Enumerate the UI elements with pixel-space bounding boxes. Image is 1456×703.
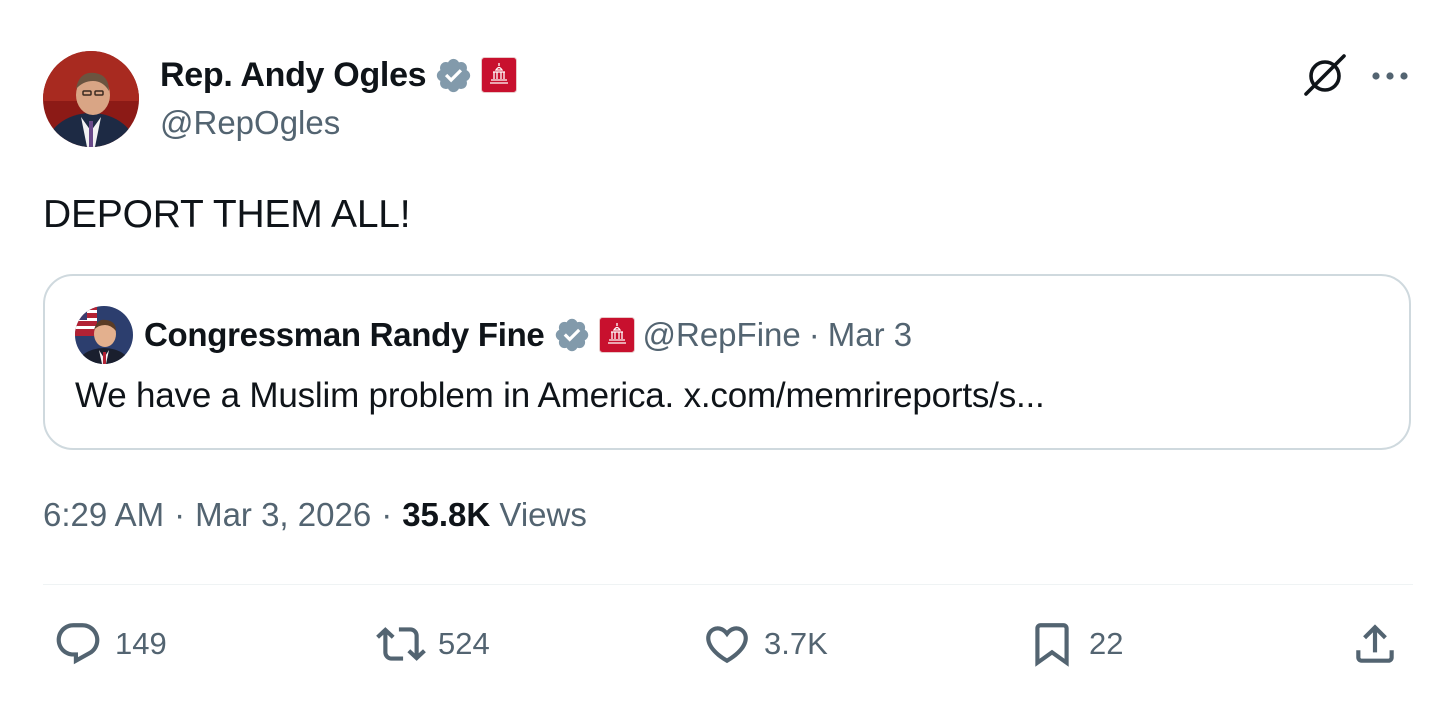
heart-icon bbox=[706, 626, 748, 664]
tweet-card: Rep. Andy Ogles @RepOgles DEPORT THEM AL… bbox=[0, 0, 1456, 703]
author-handle[interactable]: @RepOgles bbox=[160, 104, 340, 142]
government-badge-icon[interactable] bbox=[481, 57, 518, 93]
views-label: Views bbox=[499, 496, 587, 533]
grok-icon[interactable] bbox=[1302, 52, 1348, 98]
quote-text: We have a Muslim problem in America. x.c… bbox=[75, 376, 1045, 415]
separator-dot: · bbox=[174, 496, 186, 533]
quote-author-avatar[interactable] bbox=[75, 306, 133, 364]
repost-button[interactable]: 524 bbox=[376, 618, 490, 670]
repost-icon bbox=[376, 627, 426, 661]
verified-badge-icon[interactable] bbox=[553, 316, 591, 354]
bookmark-count: 22 bbox=[1089, 626, 1124, 661]
views-count: 35.8K bbox=[402, 496, 491, 533]
author-display-name[interactable]: Rep. Andy Ogles bbox=[160, 56, 427, 95]
repost-count: 524 bbox=[438, 626, 490, 661]
reply-count: 149 bbox=[115, 626, 167, 661]
verified-badge-icon[interactable] bbox=[434, 56, 473, 95]
share-icon bbox=[1356, 624, 1394, 663]
author-name-row: Rep. Andy Ogles bbox=[160, 52, 518, 98]
divider bbox=[43, 584, 1413, 585]
views-group[interactable]: 35.8K Views bbox=[402, 496, 587, 534]
tweet-time[interactable]: 6:29 AM bbox=[43, 496, 164, 534]
quote-header-row: Congressman Randy Fine @RepFine · Mar 3 bbox=[144, 312, 912, 358]
separator-dot: · bbox=[381, 496, 393, 533]
like-count: 3.7K bbox=[764, 626, 828, 661]
quoted-tweet[interactable]: Congressman Randy Fine @RepFine · Mar 3 … bbox=[43, 274, 1411, 450]
bookmark-button[interactable]: 22 bbox=[1027, 618, 1123, 670]
quote-date[interactable]: Mar 3 bbox=[828, 316, 912, 354]
reply-icon bbox=[56, 623, 100, 665]
more-options-icon[interactable] bbox=[1368, 56, 1412, 96]
reply-button[interactable]: 149 bbox=[53, 618, 167, 670]
quote-author-handle[interactable]: @RepFine bbox=[643, 316, 801, 354]
author-avatar[interactable] bbox=[43, 51, 139, 147]
bookmark-icon bbox=[1035, 623, 1069, 667]
tweet-text: DEPORT THEM ALL! bbox=[43, 193, 411, 236]
like-button[interactable]: 3.7K bbox=[702, 618, 828, 670]
share-button[interactable] bbox=[1350, 618, 1400, 670]
quote-author-name[interactable]: Congressman Randy Fine bbox=[144, 316, 545, 354]
tweet-date[interactable]: Mar 3, 2026 bbox=[195, 496, 371, 534]
separator-dot: · bbox=[808, 316, 820, 353]
tweet-meta: 6:29 AM · Mar 3, 2026 · 35.8K Views bbox=[43, 496, 587, 534]
government-badge-icon[interactable] bbox=[598, 317, 635, 353]
